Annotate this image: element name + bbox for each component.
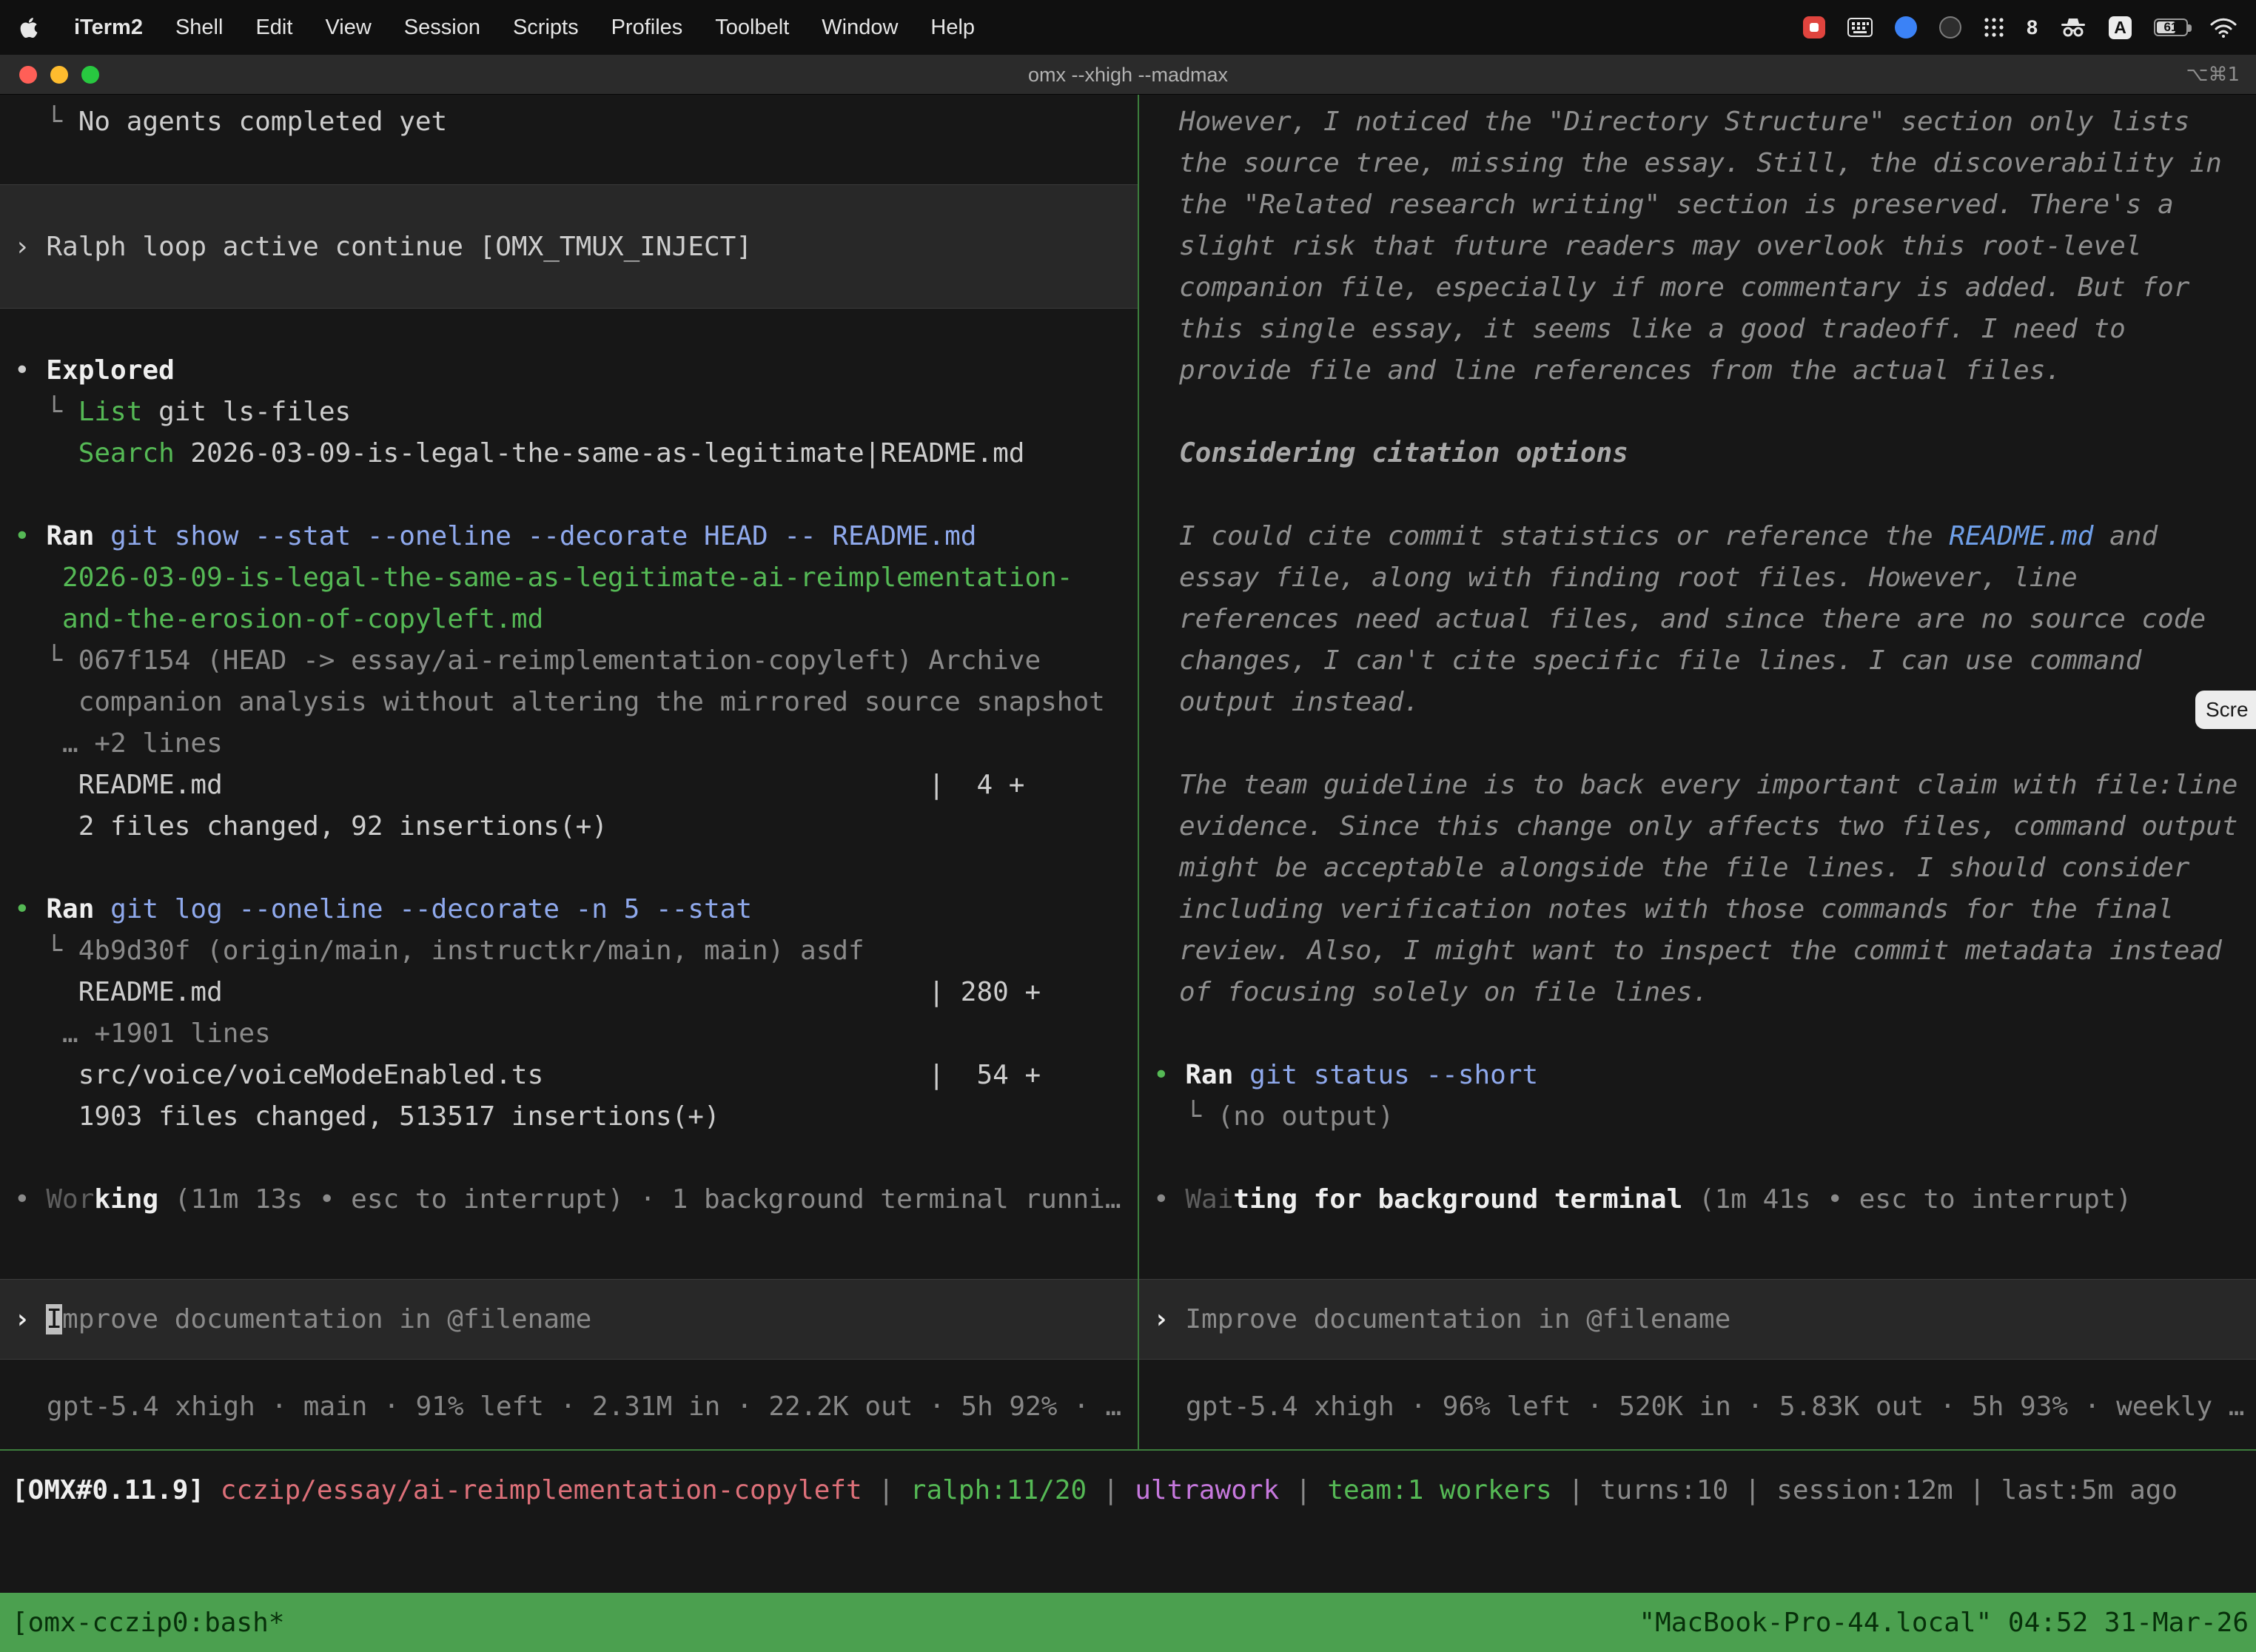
terminal-line: evidence. Since this change only affects… — [1153, 806, 2256, 847]
thinking-heading: Considering citation options — [1153, 433, 2256, 474]
terminal-line: The team guideline is to back every impo… — [1153, 765, 2256, 806]
terminal-line: • Ran git status --short — [1153, 1055, 2256, 1096]
window-shortcut-badge: ⌥⌘1 — [2186, 55, 2240, 95]
terminal-line: changes, I can't cite specific file line… — [1153, 640, 2256, 682]
terminal-line: └ (no output) — [1153, 1096, 2256, 1138]
apple-menu[interactable] — [19, 16, 38, 39]
window-title: omx --xhigh --madmax — [0, 55, 2256, 95]
terminal-line: Search 2026-03-09-is-legal-the-same-as-l… — [14, 433, 1138, 474]
terminal-line: review. Also, I might want to inspect th… — [1153, 930, 2256, 972]
menu-help[interactable]: Help — [930, 16, 975, 40]
terminal-line: output instead. — [1153, 682, 2256, 723]
battery-icon[interactable]: 61 — [2154, 19, 2188, 36]
pane-bottom-border — [0, 1449, 2256, 1451]
terminal-line: └ 4b9d30f (origin/main, instructkr/main,… — [14, 930, 1138, 972]
terminal-line — [1153, 723, 2256, 765]
left-main-lines: • Explored └ List git ls-files Search 20… — [14, 309, 1138, 1220]
input-source-icon[interactable]: A — [2109, 16, 2132, 39]
menu-toolbelt[interactable]: Toolbelt — [715, 16, 789, 40]
terminal-line: essay file, along with finding root file… — [1153, 557, 2256, 599]
terminal-line — [14, 1138, 1138, 1179]
menu-shell[interactable]: Shell — [175, 16, 224, 40]
terminal-line: • Explored — [14, 350, 1138, 392]
terminal-line — [14, 309, 1138, 350]
menu-scripts[interactable]: Scripts — [513, 16, 579, 40]
terminal-line: └ List git ls-files — [14, 392, 1138, 433]
battery-percent: 61 — [2164, 20, 2178, 35]
right-main-lines: However, I noticed the "Directory Struct… — [1153, 101, 2256, 1220]
screen-share-tab-label: Scre — [2206, 698, 2249, 722]
terminal-line — [14, 474, 1138, 516]
terminal-line — [1153, 392, 2256, 433]
menu-items: iTerm2 Shell Edit View Session Scripts Profile… — [74, 16, 975, 40]
terminal-line: … +1901 lines — [14, 1013, 1138, 1055]
terminal-line: of focusing solely on file lines. — [1153, 972, 2256, 1013]
menu-bar-status-icons: 8 A 61 — [1803, 16, 2237, 39]
right-prompt-input[interactable]: › Improve documentation in @filename — [1139, 1279, 2256, 1360]
terminal-line: the source tree, missing the essay. Stil… — [1153, 143, 2256, 184]
right-status-line: gpt-5.4 xhigh · 96% left · 520K in · 5.8… — [1153, 1386, 2256, 1428]
tmux-status-bar: [omx-cczip0:bash* "MacBook-Pro-44.local"… — [0, 1593, 2256, 1652]
terminal-pane-right[interactable]: However, I noticed the "Directory Struct… — [1139, 95, 2256, 1449]
terminal-line: companion analysis without altering the … — [14, 682, 1138, 723]
tmux-host-clock: "MacBook-Pro-44.local" 04:52 31-Mar-26 — [1639, 1608, 2249, 1638]
apple-logo-icon — [19, 16, 38, 39]
window-title-bar: omx --xhigh --madmax ⌥⌘1 — [0, 55, 2256, 95]
terminal-line: • Working (11m 13s • esc to interrupt) ·… — [14, 1179, 1138, 1220]
tmux-session-window: [omx-cczip0:bash* — [12, 1608, 284, 1638]
blue-app-icon[interactable] — [1895, 16, 1917, 38]
menu-iterm2[interactable]: iTerm2 — [74, 16, 143, 40]
incognito-icon[interactable] — [2060, 17, 2087, 38]
terminal-line: README.md | 280 + — [14, 972, 1138, 1013]
terminal-line: I could cite commit statistics or refere… — [1153, 516, 2256, 557]
terminal-line — [14, 143, 1138, 184]
screen-share-tab[interactable]: Scre — [2195, 691, 2256, 729]
terminal-line: references need actual files, and since … — [1153, 599, 2256, 640]
terminal-line: 1903 files changed, 513517 insertions(+) — [14, 1096, 1138, 1138]
terminal-line: • Ran git show --stat --oneline --decora… — [14, 516, 1138, 557]
terminal-line: including verification notes with those … — [1153, 889, 2256, 930]
terminal-line: might be acceptable alongside the file l… — [1153, 847, 2256, 889]
terminal-pane-left[interactable]: └ No agents completed yet › Ralph loop a… — [0, 95, 1139, 1449]
terminal-line: provide file and line references from th… — [1153, 350, 2256, 392]
dark-app-icon[interactable] — [1939, 16, 1961, 38]
wifi-icon[interactable] — [2210, 17, 2237, 38]
terminal-line: slight risk that future readers may over… — [1153, 226, 2256, 267]
keyboard-grid-icon[interactable] — [1847, 18, 1873, 37]
screen-recording-stop-icon[interactable] — [1803, 16, 1825, 38]
left-status-line: gpt-5.4 xhigh · main · 91% left · 2.31M … — [14, 1386, 1138, 1428]
terminal-line: the "Related research writing" section i… — [1153, 184, 2256, 226]
terminal-line: this single essay, it seems like a good … — [1153, 309, 2256, 350]
terminal-line — [1153, 1138, 2256, 1179]
terminal-line: └ No agents completed yet — [14, 101, 1138, 143]
terminal-line: 2 files changed, 92 insertions(+) — [14, 806, 1138, 847]
digit-8-icon[interactable]: 8 — [2027, 16, 2038, 39]
menu-session[interactable]: Session — [404, 16, 480, 40]
terminal-line: • Waiting for background terminal (1m 41… — [1153, 1179, 2256, 1220]
terminal-line: └ 067f154 (HEAD -> essay/ai-reimplementa… — [14, 640, 1138, 682]
terminal-line — [1153, 1013, 2256, 1055]
terminal-line: 2026-03-09-is-legal-the-same-as-legitima… — [14, 557, 1138, 599]
menu-profiles[interactable]: Profiles — [611, 16, 683, 40]
dots-grid-icon[interactable] — [1984, 17, 2004, 38]
menu-edit[interactable]: Edit — [255, 16, 292, 40]
terminal-line: companion file, especially if more comme… — [1153, 267, 2256, 309]
left-top-lines: └ No agents completed yet — [14, 101, 1138, 184]
terminal-line: src/voice/voiceModeEnabled.ts | 54 + — [14, 1055, 1138, 1096]
terminal-line — [14, 847, 1138, 889]
ralph-loop-banner: › Ralph loop active continue [OMX_TMUX_I… — [0, 184, 1138, 309]
macos-desktop: iTerm2 Shell Edit View Session Scripts Profile… — [0, 0, 2256, 1652]
menu-bar-left: iTerm2 Shell Edit View Session Scripts Profile… — [19, 16, 975, 40]
menu-view[interactable]: View — [325, 16, 371, 40]
terminal-line: However, I noticed the "Directory Struct… — [1153, 101, 2256, 143]
terminal-line: • Ran git log --oneline --decorate -n 5 … — [14, 889, 1138, 930]
terminal-line — [1153, 474, 2256, 516]
terminal-line: README.md | 4 + — [14, 765, 1138, 806]
omx-status-bar: [OMX#0.11.9] cczip/essay/ai-reimplementa… — [12, 1470, 2178, 1511]
left-prompt-input[interactable]: › Improve documentation in @filename — [0, 1279, 1138, 1360]
terminal-line: and-the-erosion-of-copyleft.md — [14, 599, 1138, 640]
terminal-line: … +2 lines — [14, 723, 1138, 765]
menu-window[interactable]: Window — [822, 16, 898, 40]
menu-bar: iTerm2 Shell Edit View Session Scripts Profile… — [0, 0, 2256, 55]
